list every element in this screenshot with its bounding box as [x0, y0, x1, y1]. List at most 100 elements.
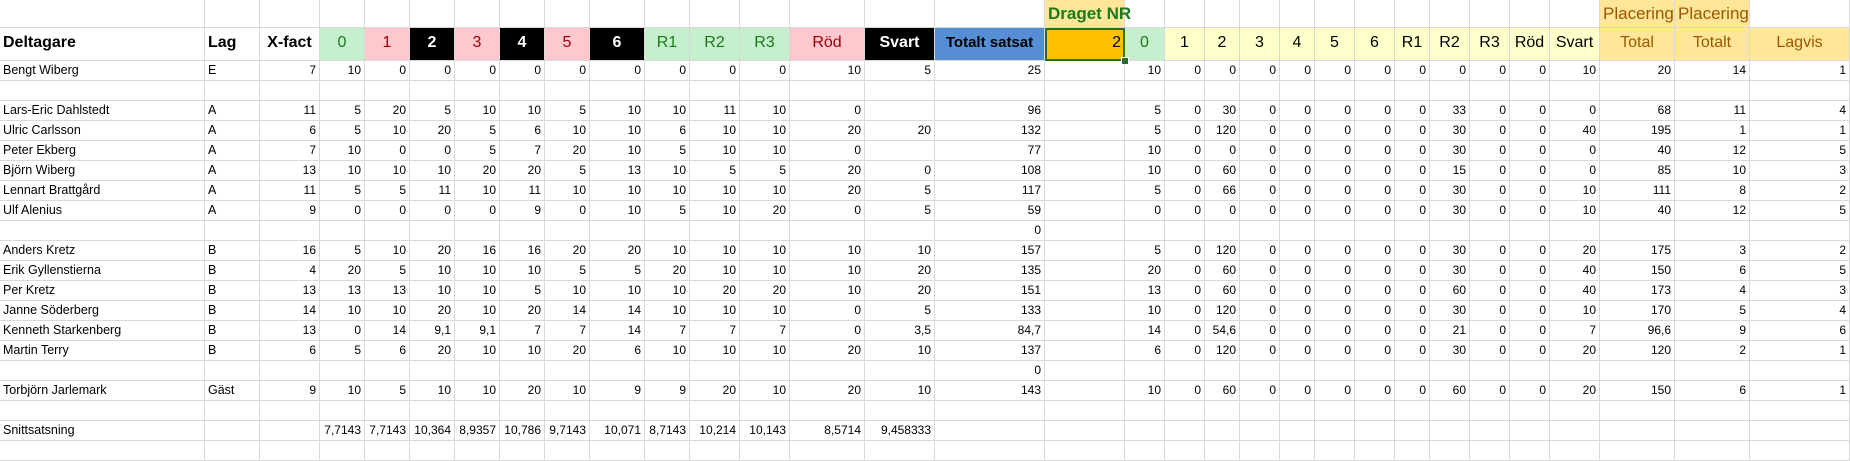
cell-r1-c29[interactable]: [1600, 81, 1675, 101]
cell-r12-c1[interactable]: B: [205, 301, 260, 321]
cell-r15-c31[interactable]: [1750, 361, 1850, 381]
cell-r19-c15[interactable]: [935, 441, 1045, 461]
cell-top-2[interactable]: [260, 0, 320, 28]
cell-r5-c17[interactable]: 10: [1125, 161, 1165, 181]
cell-r7-c6[interactable]: 0: [455, 201, 500, 221]
cell-r5-c19[interactable]: 60: [1205, 161, 1240, 181]
cell-r18-c27[interactable]: [1510, 421, 1550, 441]
cell-r15-c30[interactable]: [1675, 361, 1750, 381]
cell-r12-c29[interactable]: 170: [1600, 301, 1675, 321]
cell-r0-c14[interactable]: 5: [865, 61, 935, 81]
cell-r0-c17[interactable]: 10: [1125, 61, 1165, 81]
cell-r1-c10[interactable]: [645, 81, 690, 101]
cell-r2-c27[interactable]: 0: [1510, 101, 1550, 121]
cell-r5-c20[interactable]: 0: [1240, 161, 1280, 181]
cell-r11-c1[interactable]: B: [205, 281, 260, 301]
cell-r13-c25[interactable]: 21: [1430, 321, 1470, 341]
cell-r11-c6[interactable]: 10: [455, 281, 500, 301]
cell-top-26[interactable]: [1470, 0, 1510, 28]
cell-r18-c7[interactable]: 10,786: [500, 421, 545, 441]
cell-r19-c0[interactable]: [0, 441, 205, 461]
cell-r3-c12[interactable]: 10: [740, 121, 790, 141]
cell-r6-c19[interactable]: 66: [1205, 181, 1240, 201]
cell-r3-c8[interactable]: 10: [545, 121, 590, 141]
cell-r10-c2[interactable]: 4: [260, 261, 320, 281]
cell-r18-c15[interactable]: [935, 421, 1045, 441]
cell-r16-c14[interactable]: 10: [865, 381, 935, 401]
cell-r2-c20[interactable]: 0: [1240, 101, 1280, 121]
cell-r7-c15[interactable]: 59: [935, 201, 1045, 221]
cell-r5-c9[interactable]: 13: [590, 161, 645, 181]
cell-r13-c2[interactable]: 13: [260, 321, 320, 341]
cell-r1-c11[interactable]: [690, 81, 740, 101]
cell-r18-c26[interactable]: [1470, 421, 1510, 441]
cell-r14-c8[interactable]: 20: [545, 341, 590, 361]
cell-r5-c6[interactable]: 20: [455, 161, 500, 181]
cell-r10-c10[interactable]: 20: [645, 261, 690, 281]
cell-r5-c16[interactable]: [1045, 161, 1125, 181]
cell-r10-c19[interactable]: 60: [1205, 261, 1240, 281]
cell-r18-c29[interactable]: [1600, 421, 1675, 441]
cell-r19-c27[interactable]: [1510, 441, 1550, 461]
cell-r11-c9[interactable]: 10: [590, 281, 645, 301]
cell-r3-c1[interactable]: A: [205, 121, 260, 141]
cell-top-21[interactable]: [1280, 0, 1315, 28]
cell-r12-c10[interactable]: 10: [645, 301, 690, 321]
cell-r2-c19[interactable]: 30: [1205, 101, 1240, 121]
cell-r3-c25[interactable]: 30: [1430, 121, 1470, 141]
cell-r15-c24[interactable]: [1395, 361, 1430, 381]
cell-r18-c3[interactable]: 7,7143: [320, 421, 365, 441]
cell-r0-c18[interactable]: 0: [1165, 61, 1205, 81]
cell-r10-c5[interactable]: 10: [410, 261, 455, 281]
cell-r7-c31[interactable]: 5: [1750, 201, 1850, 221]
cell-r6-c31[interactable]: 2: [1750, 181, 1850, 201]
cell-r16-c5[interactable]: 10: [410, 381, 455, 401]
cell-r0-c22[interactable]: 0: [1315, 61, 1355, 81]
cell-r18-c10[interactable]: 8,7143: [645, 421, 690, 441]
cell-r13-c8[interactable]: 7: [545, 321, 590, 341]
cell-r10-c8[interactable]: 5: [545, 261, 590, 281]
cell-r3-c0[interactable]: Ulric Carlsson: [0, 121, 205, 141]
cell-r16-c30[interactable]: 6: [1675, 381, 1750, 401]
cell-r12-c11[interactable]: 10: [690, 301, 740, 321]
cell-r18-c20[interactable]: [1240, 421, 1280, 441]
cell-r0-c9[interactable]: 0: [590, 61, 645, 81]
cell-r15-c9[interactable]: [590, 361, 645, 381]
cell-r18-c25[interactable]: [1430, 421, 1470, 441]
cell-r2-c25[interactable]: 33: [1430, 101, 1470, 121]
cell-r11-c17[interactable]: 13: [1125, 281, 1165, 301]
cell-r19-c2[interactable]: [260, 441, 320, 461]
cell-r12-c22[interactable]: 0: [1315, 301, 1355, 321]
cell-r7-c1[interactable]: A: [205, 201, 260, 221]
cell-r9-c24[interactable]: 0: [1395, 241, 1430, 261]
cell-r8-c20[interactable]: [1240, 221, 1280, 241]
column-header-28[interactable]: Svart: [1550, 28, 1600, 61]
cell-r15-c19[interactable]: [1205, 361, 1240, 381]
header-placering-lagvis[interactable]: Placering: [1675, 0, 1750, 28]
cell-r6-c3[interactable]: 5: [320, 181, 365, 201]
cell-r18-c21[interactable]: [1280, 421, 1315, 441]
cell-r5-c5[interactable]: 10: [410, 161, 455, 181]
cell-r14-c3[interactable]: 5: [320, 341, 365, 361]
cell-r1-c2[interactable]: [260, 81, 320, 101]
cell-r17-c14[interactable]: [865, 401, 935, 421]
cell-r4-c0[interactable]: Peter Ekberg: [0, 141, 205, 161]
cell-r10-c20[interactable]: 0: [1240, 261, 1280, 281]
cell-r4-c17[interactable]: 10: [1125, 141, 1165, 161]
cell-r3-c31[interactable]: 1: [1750, 121, 1850, 141]
cell-r2-c30[interactable]: 11: [1675, 101, 1750, 121]
cell-r16-c13[interactable]: 20: [790, 381, 865, 401]
cell-r14-c22[interactable]: 0: [1315, 341, 1355, 361]
cell-r3-c6[interactable]: 5: [455, 121, 500, 141]
cell-r3-c23[interactable]: 0: [1355, 121, 1395, 141]
cell-r9-c27[interactable]: 0: [1510, 241, 1550, 261]
cell-r19-c29[interactable]: [1600, 441, 1675, 461]
cell-r2-c4[interactable]: 20: [365, 101, 410, 121]
cell-r4-c7[interactable]: 7: [500, 141, 545, 161]
cell-r15-c28[interactable]: [1550, 361, 1600, 381]
cell-r13-c6[interactable]: 9,1: [455, 321, 500, 341]
cell-r5-c1[interactable]: A: [205, 161, 260, 181]
cell-r14-c0[interactable]: Martin Terry: [0, 341, 205, 361]
cell-r2-c11[interactable]: 11: [690, 101, 740, 121]
cell-r0-c30[interactable]: 14: [1675, 61, 1750, 81]
